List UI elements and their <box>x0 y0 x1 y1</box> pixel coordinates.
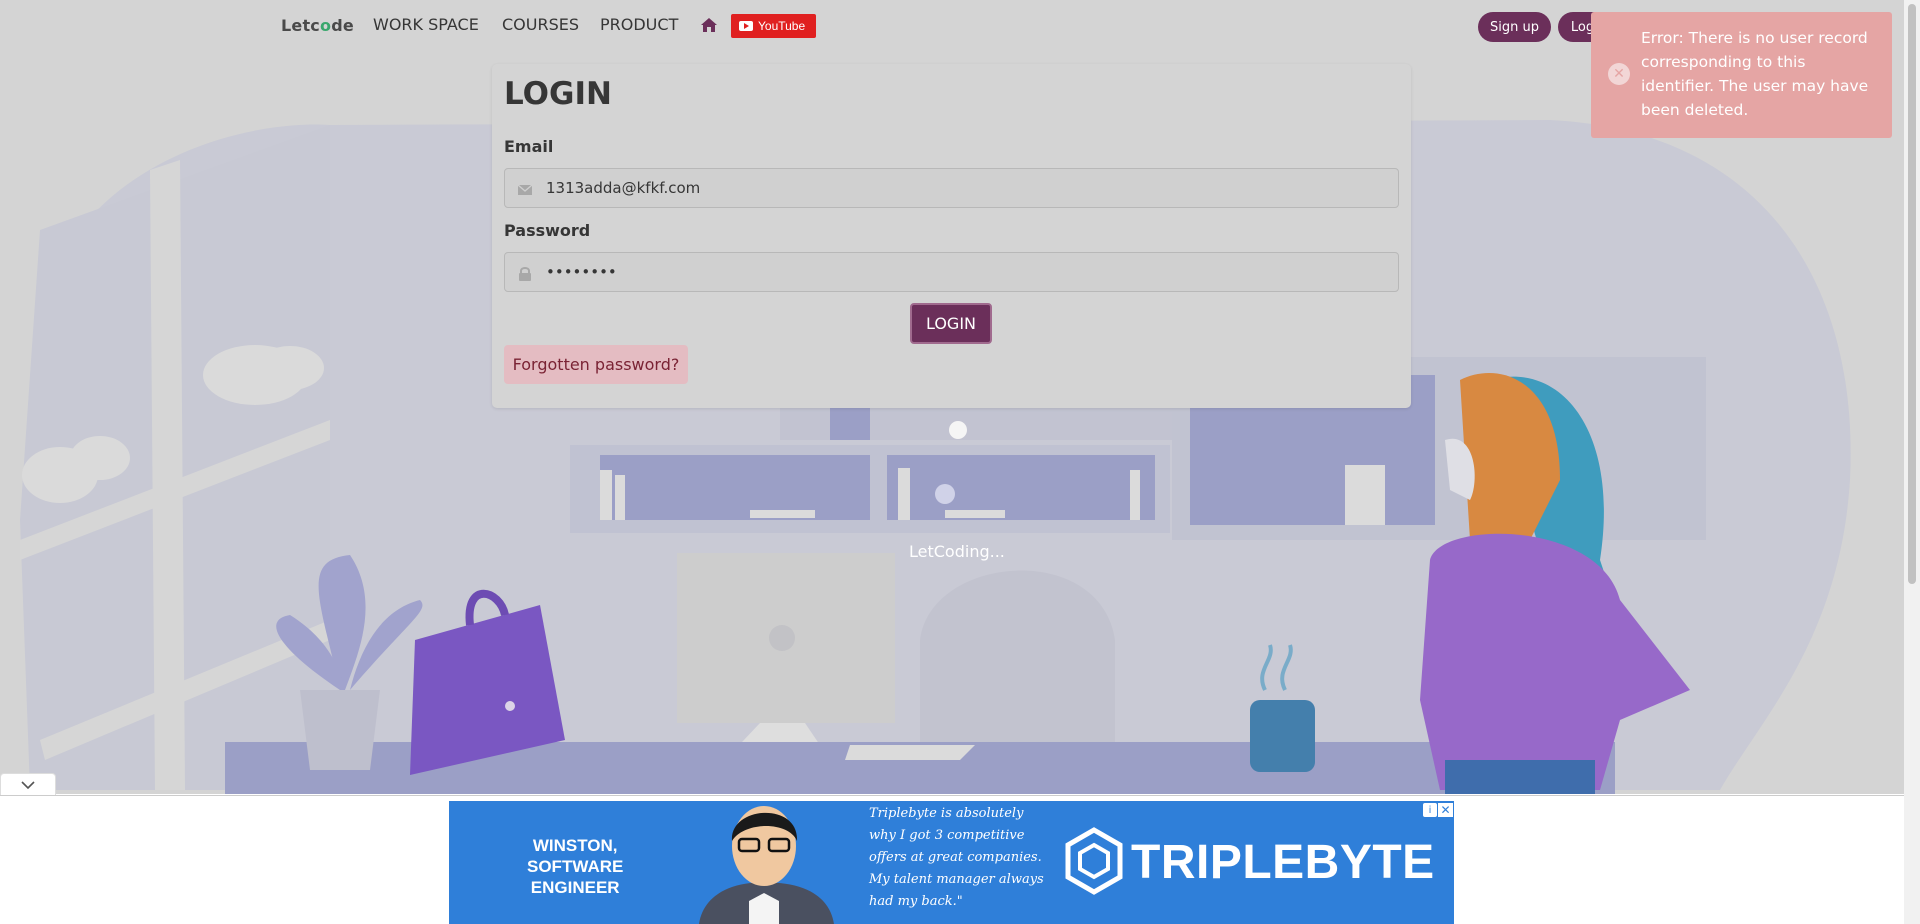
nav-courses-link[interactable]: COURSES <box>502 15 579 34</box>
info-icon[interactable]: i <box>1423 803 1437 817</box>
nav-product-link[interactable]: PRODUCT <box>600 15 678 34</box>
chevron-down-icon <box>21 775 35 794</box>
ad-quote-line: My talent manager always <box>869 872 1044 887</box>
youtube-label: YouTube <box>758 19 806 33</box>
brand-text-suffix: de <box>331 16 354 35</box>
close-circle-icon[interactable]: ✕ <box>1608 63 1630 85</box>
advertisement-banner[interactable]: WINSTON, SOFTWARE ENGINEER Triplebyte is… <box>449 801 1454 924</box>
ad-quote-line: offers at great companies. <box>869 850 1042 865</box>
ad-brand-text: TRIPLEBYTE <box>1131 836 1435 889</box>
lock-icon <box>517 266 533 281</box>
scrollbar-thumb[interactable] <box>1908 4 1916 584</box>
ad-person-line: SOFTWARE <box>527 857 624 876</box>
ad-person-caption: WINSTON, SOFTWARE ENGINEER <box>527 835 623 898</box>
email-label: Email <box>504 137 554 156</box>
login-title: LOGIN <box>504 76 612 112</box>
ad-quote: Triplebyte is absolutely why I got 3 com… <box>869 803 1044 913</box>
nav-workspace-link[interactable]: WORK SPACE <box>373 15 479 34</box>
loading-text: LetCoding... <box>909 542 1005 561</box>
error-toast: ✕ Error: There is no user record corresp… <box>1591 12 1892 138</box>
ad-quote-line: had my back." <box>869 894 963 909</box>
close-icon[interactable]: ✕ <box>1438 803 1453 817</box>
youtube-button[interactable]: YouTube <box>731 14 816 38</box>
login-card: LOGIN Email 1313adda@kfkf.com Password •… <box>492 64 1411 408</box>
email-field[interactable]: 1313adda@kfkf.com <box>504 168 1399 208</box>
ad-person-line: WINSTON, <box>532 836 618 855</box>
ad-collapse-button[interactable] <box>0 773 56 795</box>
ad-person-line: ENGINEER <box>530 878 620 897</box>
home-icon[interactable] <box>700 17 718 33</box>
ad-quote-line: why I got 3 competitive <box>869 828 1025 843</box>
envelope-icon <box>517 182 533 196</box>
brand-text-prefix: Letc <box>281 16 320 35</box>
password-label: Password <box>504 221 591 240</box>
login-submit-button[interactable]: LOGIN <box>910 303 992 344</box>
brand-logo[interactable]: Letcode <box>281 16 354 35</box>
ad-quote-line: Triplebyte is absolutely <box>869 806 1024 821</box>
triplebyte-logo-icon <box>1065 827 1123 895</box>
error-message: Error: There is no user record correspon… <box>1641 29 1869 119</box>
vertical-scrollbar[interactable] <box>1904 0 1920 924</box>
youtube-icon <box>739 21 753 31</box>
ad-person-photo <box>699 806 834 924</box>
forgot-password-button[interactable]: Forgotten password? <box>504 345 688 384</box>
brand-text-o: o <box>319 16 332 35</box>
email-value: 1313adda@kfkf.com <box>546 179 701 197</box>
password-field[interactable]: •••••••• <box>504 252 1399 292</box>
signup-button[interactable]: Sign up <box>1478 12 1551 42</box>
password-value: •••••••• <box>546 263 617 281</box>
